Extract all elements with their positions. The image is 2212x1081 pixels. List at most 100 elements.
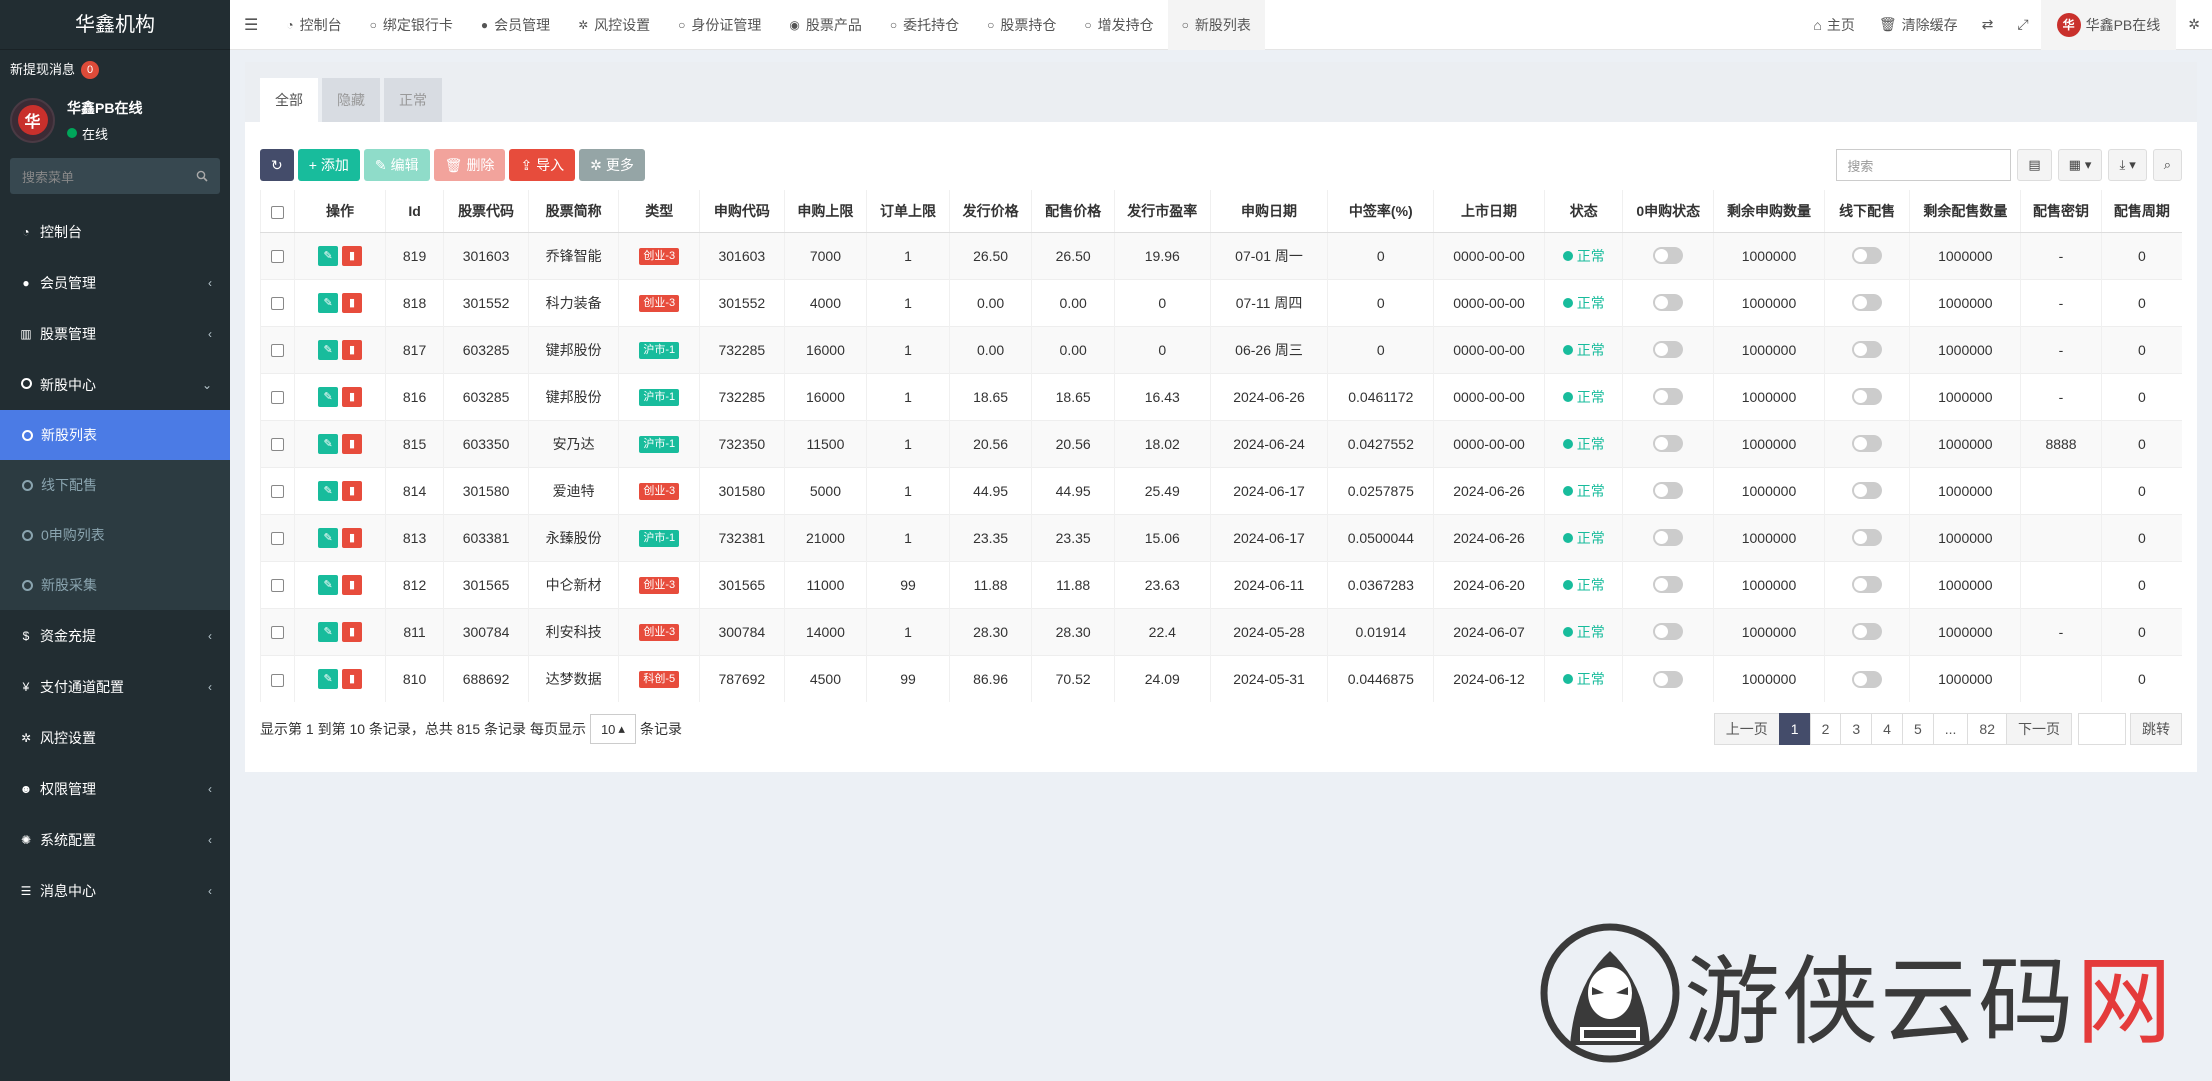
- checkbox[interactable]: [271, 532, 285, 546]
- sidebar-subitem-offline-placement[interactable]: 线下配售: [0, 460, 230, 510]
- tab-hidden[interactable]: 隐藏: [322, 78, 380, 122]
- delete-button[interactable]: 🗑 删除: [433, 149, 506, 181]
- select-all-checkbox[interactable]: [259, 190, 295, 233]
- delete-row-button[interactable]: ▮: [342, 621, 363, 642]
- row-checkbox-cell[interactable]: [259, 325, 295, 373]
- sidebar-subitem-zero-subscription[interactable]: 0申购列表: [0, 510, 230, 560]
- edit-row-button[interactable]: ✎: [318, 527, 339, 548]
- delete-row-button[interactable]: ▮: [342, 433, 363, 454]
- row-checkbox-cell[interactable]: [259, 654, 295, 702]
- sidebar-item-members[interactable]: ● 会员管理 ‹: [0, 257, 230, 308]
- offline-placement-toggle[interactable]: [1852, 576, 1883, 594]
- delete-row-button[interactable]: ▮: [342, 245, 363, 266]
- add-button[interactable]: + 添加: [297, 149, 360, 181]
- jump-page-input[interactable]: [2078, 713, 2126, 745]
- page-button[interactable]: 2: [1809, 713, 1842, 745]
- toggle-view-button[interactable]: ▤: [2017, 149, 2052, 181]
- table-row[interactable]: ✎ ▮ 812 301565 中仑新材 创业-3 301565 11000 99 11.88 11.…: [259, 560, 2182, 608]
- withdraw-message-line[interactable]: 新提现消息 0: [0, 50, 230, 90]
- table-row[interactable]: ✎ ▮ 819 301603 乔锋智能 创业-3 301603 7000 1 26.50 26.50…: [259, 231, 2182, 279]
- edit-row-button[interactable]: ✎: [318, 668, 339, 689]
- row-checkbox-cell[interactable]: [259, 466, 295, 514]
- refresh-button[interactable]: ↻: [260, 149, 294, 181]
- search-toggle-button[interactable]: ⌕: [2152, 149, 2182, 181]
- checkbox[interactable]: [271, 205, 285, 219]
- tab-stock-holdings[interactable]: ○ 股票持仓: [973, 0, 1070, 50]
- delete-row-button[interactable]: ▮: [342, 480, 363, 501]
- export-button[interactable]: ⤓ ▾: [2108, 149, 2147, 181]
- zero-subscription-toggle[interactable]: [1653, 529, 1684, 547]
- delete-row-button[interactable]: ▮: [342, 386, 363, 407]
- tab-members[interactable]: ● 会员管理: [467, 0, 564, 50]
- checkbox[interactable]: [271, 297, 285, 311]
- jump-button[interactable]: 跳转: [2130, 713, 2182, 745]
- offline-placement-toggle[interactable]: [1852, 294, 1883, 312]
- edit-row-button[interactable]: ✎: [318, 621, 339, 642]
- table-row[interactable]: ✎ ▮ 814 301580 爱迪特 创业-3 301580 5000 1 44.95 44.95 2…: [259, 466, 2182, 514]
- checkbox[interactable]: [271, 673, 285, 687]
- zero-subscription-toggle[interactable]: [1653, 482, 1684, 500]
- delete-row-button[interactable]: ▮: [342, 574, 363, 595]
- home-link[interactable]: ⌂ 主页: [1801, 15, 1866, 35]
- sidebar-item-risk-settings[interactable]: ✲ 风控设置: [0, 712, 230, 763]
- table-row[interactable]: ✎ ▮ 817 603285 键邦股份 沪市-1 732285 16000 1 0.00 0.00 0…: [259, 325, 2182, 373]
- tab-all[interactable]: 全部: [260, 78, 318, 122]
- table-row[interactable]: ✎ ▮ 813 603381 永臻股份 沪市-1 732381 21000 1 23.35 23.3…: [259, 513, 2182, 561]
- edit-row-button[interactable]: ✎: [318, 480, 339, 501]
- offline-placement-toggle[interactable]: [1852, 435, 1883, 453]
- zero-subscription-toggle[interactable]: [1653, 576, 1684, 594]
- checkbox[interactable]: [271, 391, 285, 405]
- row-checkbox-cell[interactable]: [259, 372, 295, 420]
- table-search-input[interactable]: 搜索: [1836, 149, 2012, 181]
- checkbox[interactable]: [271, 626, 285, 640]
- zero-subscription-toggle[interactable]: [1653, 341, 1684, 359]
- offline-placement-toggle[interactable]: [1852, 623, 1883, 641]
- sidebar-item-ipo-center[interactable]: 新股中心 ⌄: [0, 359, 230, 410]
- edit-row-button[interactable]: ✎: [318, 245, 339, 266]
- sidebar-item-permissions[interactable]: ☻ 权限管理 ‹: [0, 763, 230, 814]
- tab-dashboard[interactable]: ◔ 控制台: [272, 0, 355, 50]
- tab-stock-products[interactable]: ◉ 股票产品: [775, 0, 875, 50]
- checkbox[interactable]: [271, 485, 285, 499]
- zero-subscription-toggle[interactable]: [1653, 623, 1684, 641]
- offline-placement-toggle[interactable]: [1852, 341, 1883, 359]
- more-button[interactable]: ✲ 更多: [579, 149, 645, 181]
- clear-cache-button[interactable]: 🗑 清除缓存: [1867, 15, 1970, 35]
- row-checkbox-cell[interactable]: [259, 513, 295, 561]
- table-row[interactable]: ✎ ▮ 811 300784 利安科技 创业-3 300784 14000 1 28.30 28.3…: [259, 607, 2182, 655]
- row-checkbox-cell[interactable]: [259, 231, 295, 279]
- offline-placement-toggle[interactable]: [1852, 482, 1883, 500]
- page-button[interactable]: 3: [1840, 713, 1873, 745]
- zero-subscription-toggle[interactable]: [1653, 670, 1684, 688]
- table-row[interactable]: ✎ ▮ 810 688692 达梦数据 科创-5 787692 4500 99 86.96 70.5…: [259, 654, 2182, 702]
- table-row[interactable]: ✎ ▮ 816 603285 键邦股份 沪市-1 732285 16000 1 18.65 18.6…: [259, 372, 2182, 420]
- zero-subscription-toggle[interactable]: [1653, 247, 1684, 265]
- offline-placement-toggle[interactable]: [1852, 529, 1883, 547]
- page-button[interactable]: 82: [1967, 713, 2007, 745]
- row-checkbox-cell[interactable]: [259, 607, 295, 655]
- delete-row-button[interactable]: ▮: [342, 668, 363, 689]
- zero-subscription-toggle[interactable]: [1653, 435, 1684, 453]
- row-checkbox-cell[interactable]: [259, 278, 295, 326]
- page-button[interactable]: 1: [1778, 713, 1811, 745]
- row-checkbox-cell[interactable]: [259, 560, 295, 608]
- edit-button[interactable]: ✎ 编辑: [363, 149, 430, 181]
- page-size-select[interactable]: 10 ▴: [589, 714, 636, 744]
- sidebar-subitem-ipo-list[interactable]: 新股列表: [0, 410, 230, 460]
- sidebar-subitem-ipo-collect[interactable]: 新股采集: [0, 560, 230, 610]
- sidebar-item-system-config[interactable]: ✺ 系统配置 ‹: [0, 814, 230, 865]
- next-page-button[interactable]: 下一页: [2006, 713, 2072, 745]
- prev-page-button[interactable]: 上一页: [1713, 713, 1780, 745]
- checkbox[interactable]: [271, 250, 285, 264]
- delete-row-button[interactable]: ▮: [342, 339, 363, 360]
- checkbox[interactable]: [271, 579, 285, 593]
- table-row[interactable]: ✎ ▮ 818 301552 科力装备 创业-3 301552 4000 1 0.00 0.00 0 0…: [259, 278, 2182, 326]
- user-menu[interactable]: 华华鑫PB在线: [2040, 0, 2177, 50]
- offline-placement-toggle[interactable]: [1852, 388, 1883, 406]
- tab-entrust-holdings[interactable]: ○ 委托持仓: [876, 0, 973, 50]
- app-logo[interactable]: 华鑫机构: [0, 0, 230, 50]
- edit-row-button[interactable]: ✎: [318, 339, 339, 360]
- fullscreen-button[interactable]: ⤢: [2005, 16, 2040, 33]
- delete-row-button[interactable]: ▮: [342, 527, 363, 548]
- col-header[interactable]: Id: [384, 190, 444, 233]
